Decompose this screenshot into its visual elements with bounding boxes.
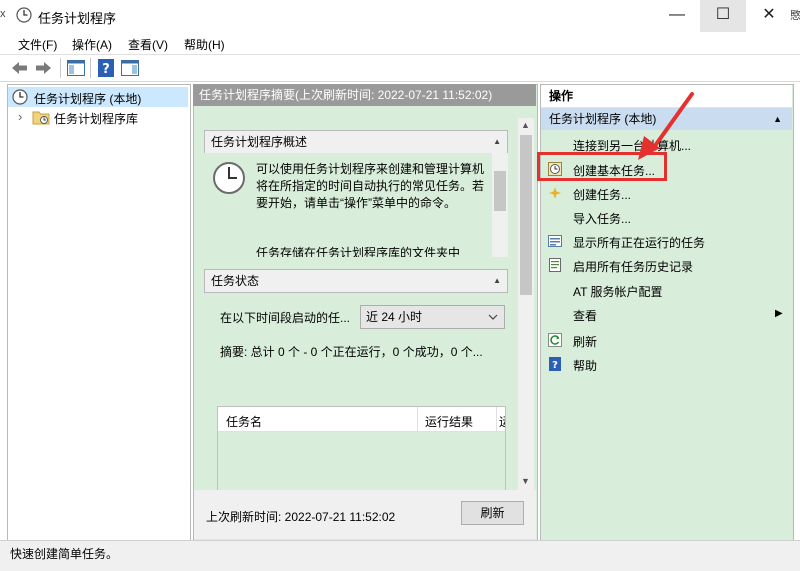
maximize-button[interactable]: ☐ (700, 0, 746, 32)
time-range-value: 近 24 小时 (366, 310, 423, 324)
running-tasks-icon (548, 235, 562, 247)
scroll-thumb[interactable] (520, 135, 532, 295)
status-panel-header[interactable]: 任务状态 ▲ (204, 269, 508, 293)
navigation-tree: 任务计划程序 (本地) › 任务计划程序库 (7, 84, 191, 542)
column-divider (496, 407, 497, 431)
status-title: 任务状态 (211, 274, 260, 288)
overview-scroll-thumb[interactable] (494, 171, 506, 211)
column-divider (417, 407, 418, 431)
tree-item-local[interactable]: 任务计划程序 (本地) (8, 87, 188, 107)
folder-clock-icon (32, 111, 50, 125)
svg-text:?: ? (102, 62, 110, 77)
svg-text:?: ? (552, 360, 558, 371)
collapse-icon[interactable]: ▲ (765, 108, 782, 130)
scroll-up-button[interactable]: ▲ (521, 120, 530, 130)
collapse-icon[interactable]: ▲ (487, 131, 501, 153)
status-text: 快速创建简单任务。 (10, 547, 119, 561)
show-hide-action-pane-icon[interactable] (120, 58, 140, 78)
action-help[interactable]: 帮助 (573, 357, 597, 374)
action-view[interactable]: 查看 (573, 307, 597, 324)
edge-text-right: 愍 (790, 10, 800, 22)
collapse-icon[interactable]: ▲ (487, 270, 501, 292)
tree-item-label: 任务计划程序库 (54, 112, 139, 126)
show-hide-tree-icon[interactable] (66, 58, 86, 78)
last-refresh-text: 上次刷新时间: 2022-07-21 11:52:02 (206, 510, 396, 524)
tree-item-library[interactable]: › 任务计划程序库 (8, 107, 188, 127)
refresh-button[interactable]: 刷新 (461, 501, 524, 525)
history-icon (549, 258, 561, 272)
clock-icon (12, 89, 28, 105)
expand-chevron-icon[interactable]: › (18, 109, 22, 124)
help-icon[interactable]: ? (96, 58, 116, 78)
column-header-result[interactable]: 运行结果 (425, 413, 473, 430)
menu-bar (0, 32, 800, 55)
overview-text: 可以使用任务计划程序来创建和管理计算机将在所指定的时间自动执行的常见任务。若要开… (256, 162, 485, 210)
window-title: 任务计划程序 (38, 11, 117, 26)
task-status-table: 任务名 运行结果 运 (217, 406, 506, 496)
column-header-task-name[interactable]: 任务名 (226, 413, 262, 430)
edge-glyph-left: x (0, 8, 6, 20)
refresh-icon (548, 333, 562, 347)
close-button[interactable]: ✕ (746, 0, 792, 32)
toolbar-separator (60, 58, 61, 78)
action-at-service-config[interactable]: AT 服务帐户配置 (573, 283, 663, 300)
action-create-task[interactable]: 创建任务... (573, 186, 631, 203)
overview-more-text: 任务存储在任务计划程序库的文件夹中 (256, 246, 461, 257)
tree-item-label: 任务计划程序 (本地) (34, 92, 142, 106)
menu-action[interactable]: 操作(A) (72, 36, 112, 53)
scroll-down-button[interactable]: ▼ (521, 476, 530, 486)
menu-view[interactable]: 查看(V) (128, 36, 168, 53)
action-show-running[interactable]: 显示所有正在运行的任务 (573, 234, 705, 251)
forward-arrow-icon[interactable] (33, 58, 53, 78)
time-range-select[interactable]: 近 24 小时 (360, 305, 505, 329)
menu-help[interactable]: 帮助(H) (184, 36, 225, 53)
menu-file[interactable]: 文件(F) (18, 36, 57, 53)
submenu-arrow-icon: ▶ (775, 308, 783, 319)
annotation-arrow-icon (638, 92, 694, 160)
task-scheduler-app-icon (16, 7, 32, 23)
action-import-task[interactable]: 导入任务... (573, 210, 631, 227)
overview-body: 可以使用任务计划程序来创建和管理计算机将在所指定的时间自动执行的常见任务。若要开… (204, 153, 508, 257)
action-refresh[interactable]: 刷新 (573, 333, 597, 350)
overview-title: 任务计划程序概述 (211, 135, 308, 149)
status-summary: 摘要: 总计 0 个 - 0 个正在运行，0 个成功，0 个... (220, 345, 483, 359)
back-arrow-icon[interactable] (10, 58, 30, 78)
range-label: 在以下时间段启动的任... (220, 311, 351, 325)
column-header-truncated[interactable]: 运 (499, 413, 505, 430)
chevron-down-icon (488, 314, 498, 320)
overview-panel-header[interactable]: 任务计划程序概述 ▲ (204, 130, 508, 154)
help-icon: ? (549, 357, 561, 371)
summary-header: 任务计划程序摘要(上次刷新时间: 2022-07-21 11:52:02) (193, 84, 536, 106)
minimize-button[interactable]: — (654, 0, 700, 32)
clock-icon (213, 162, 245, 194)
toolbar-separator (90, 58, 91, 78)
status-bar (0, 540, 800, 571)
action-enable-history[interactable]: 启用所有任务历史记录 (573, 258, 693, 275)
new-task-icon (549, 187, 561, 199)
